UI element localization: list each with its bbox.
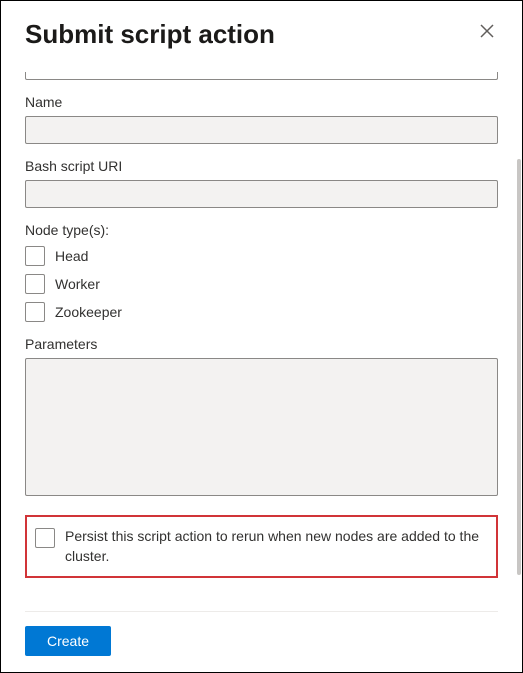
close-button[interactable]	[476, 19, 498, 45]
node-type-head-row: Head	[25, 246, 498, 266]
head-checkbox[interactable]	[25, 246, 45, 266]
panel-footer: Create	[25, 611, 498, 656]
worker-checkbox-label: Worker	[55, 276, 100, 292]
prior-field-input[interactable]	[25, 72, 498, 80]
zookeeper-checkbox-label: Zookeeper	[55, 304, 122, 320]
head-checkbox-label: Head	[55, 248, 88, 264]
persist-checkbox[interactable]	[35, 528, 55, 548]
create-button[interactable]: Create	[25, 626, 111, 656]
persist-highlight-section: Persist this script action to rerun when…	[25, 515, 498, 578]
name-label: Name	[25, 94, 498, 110]
name-input[interactable]	[25, 116, 498, 144]
scrollbar-thumb[interactable]	[517, 159, 521, 575]
panel-header: Submit script action	[25, 19, 498, 50]
persist-checkbox-label: Persist this script action to rerun when…	[65, 527, 488, 566]
worker-checkbox[interactable]	[25, 274, 45, 294]
persist-row: Persist this script action to rerun when…	[35, 527, 488, 566]
node-type-worker-row: Worker	[25, 274, 498, 294]
node-types-label: Node type(s):	[25, 222, 498, 238]
uri-label: Bash script URI	[25, 158, 498, 174]
zookeeper-checkbox[interactable]	[25, 302, 45, 322]
node-types-group: Node type(s): Head Worker Zookeeper	[25, 222, 498, 322]
close-icon	[480, 24, 494, 38]
scrollbar[interactable]	[517, 159, 521, 575]
submit-script-action-panel: Submit script action Name Bash script UR…	[1, 1, 522, 672]
parameters-label: Parameters	[25, 336, 498, 352]
node-type-zookeeper-row: Zookeeper	[25, 302, 498, 322]
panel-title: Submit script action	[25, 19, 275, 50]
panel-body: Name Bash script URI Node type(s): Head …	[25, 72, 498, 605]
parameters-input[interactable]	[25, 358, 498, 496]
uri-input[interactable]	[25, 180, 498, 208]
